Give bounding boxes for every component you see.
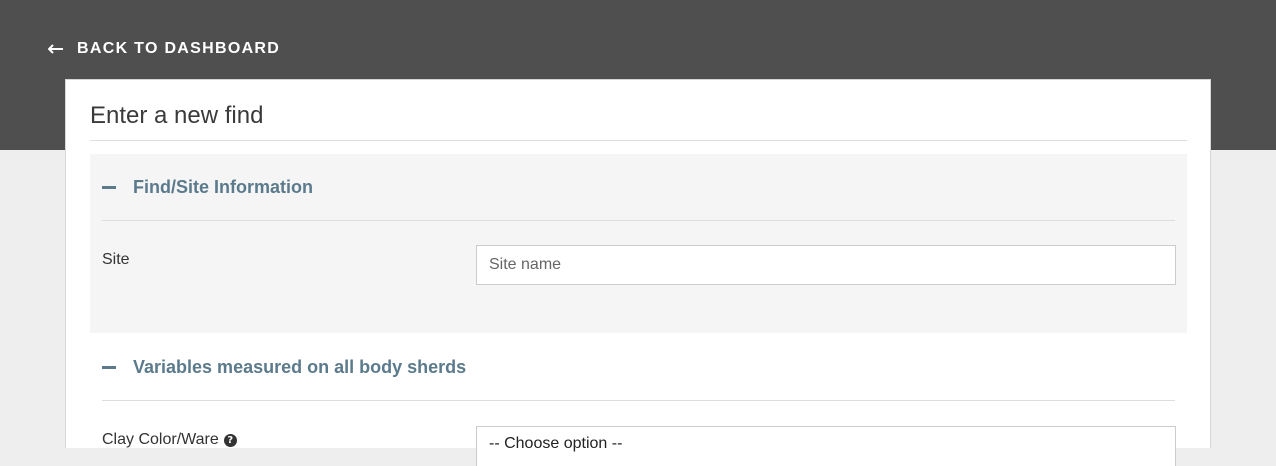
minus-icon [102, 365, 116, 369]
left-arrow-icon [48, 44, 63, 54]
page-title: Enter a new find [90, 102, 264, 129]
back-link-label: BACK TO DASHBOARD [77, 40, 281, 57]
minus-icon [102, 185, 116, 189]
section-divider [102, 400, 1175, 401]
body-sherds-variables-toggle[interactable]: Variables measured on all body sherds [102, 355, 466, 379]
section-divider [102, 220, 1175, 221]
question-circle-icon[interactable]: ? [223, 433, 237, 447]
back-to-dashboard-link[interactable]: BACK TO DASHBOARD [48, 38, 280, 60]
site-label: Site [102, 251, 130, 268]
new-find-form-card: Enter a new find Find/Site Information S… [65, 79, 1211, 466]
clay-color-ware-label: Clay Color/Ware [102, 431, 219, 448]
title-divider [90, 140, 1187, 141]
section-title: Variables measured on all body sherds [133, 356, 467, 377]
clay-color-ware-select[interactable]: -- Choose option -- [476, 426, 1176, 466]
find-site-information-section: Find/Site Information Site [90, 154, 1187, 333]
find-site-information-toggle[interactable]: Find/Site Information [102, 175, 313, 199]
clay-color-ware-label-group: Clay Color/Ware ? [102, 430, 237, 450]
clay-color-ware-selected-value: -- Choose option -- [489, 435, 623, 452]
site-input[interactable] [476, 245, 1176, 285]
section-title: Find/Site Information [133, 176, 313, 197]
